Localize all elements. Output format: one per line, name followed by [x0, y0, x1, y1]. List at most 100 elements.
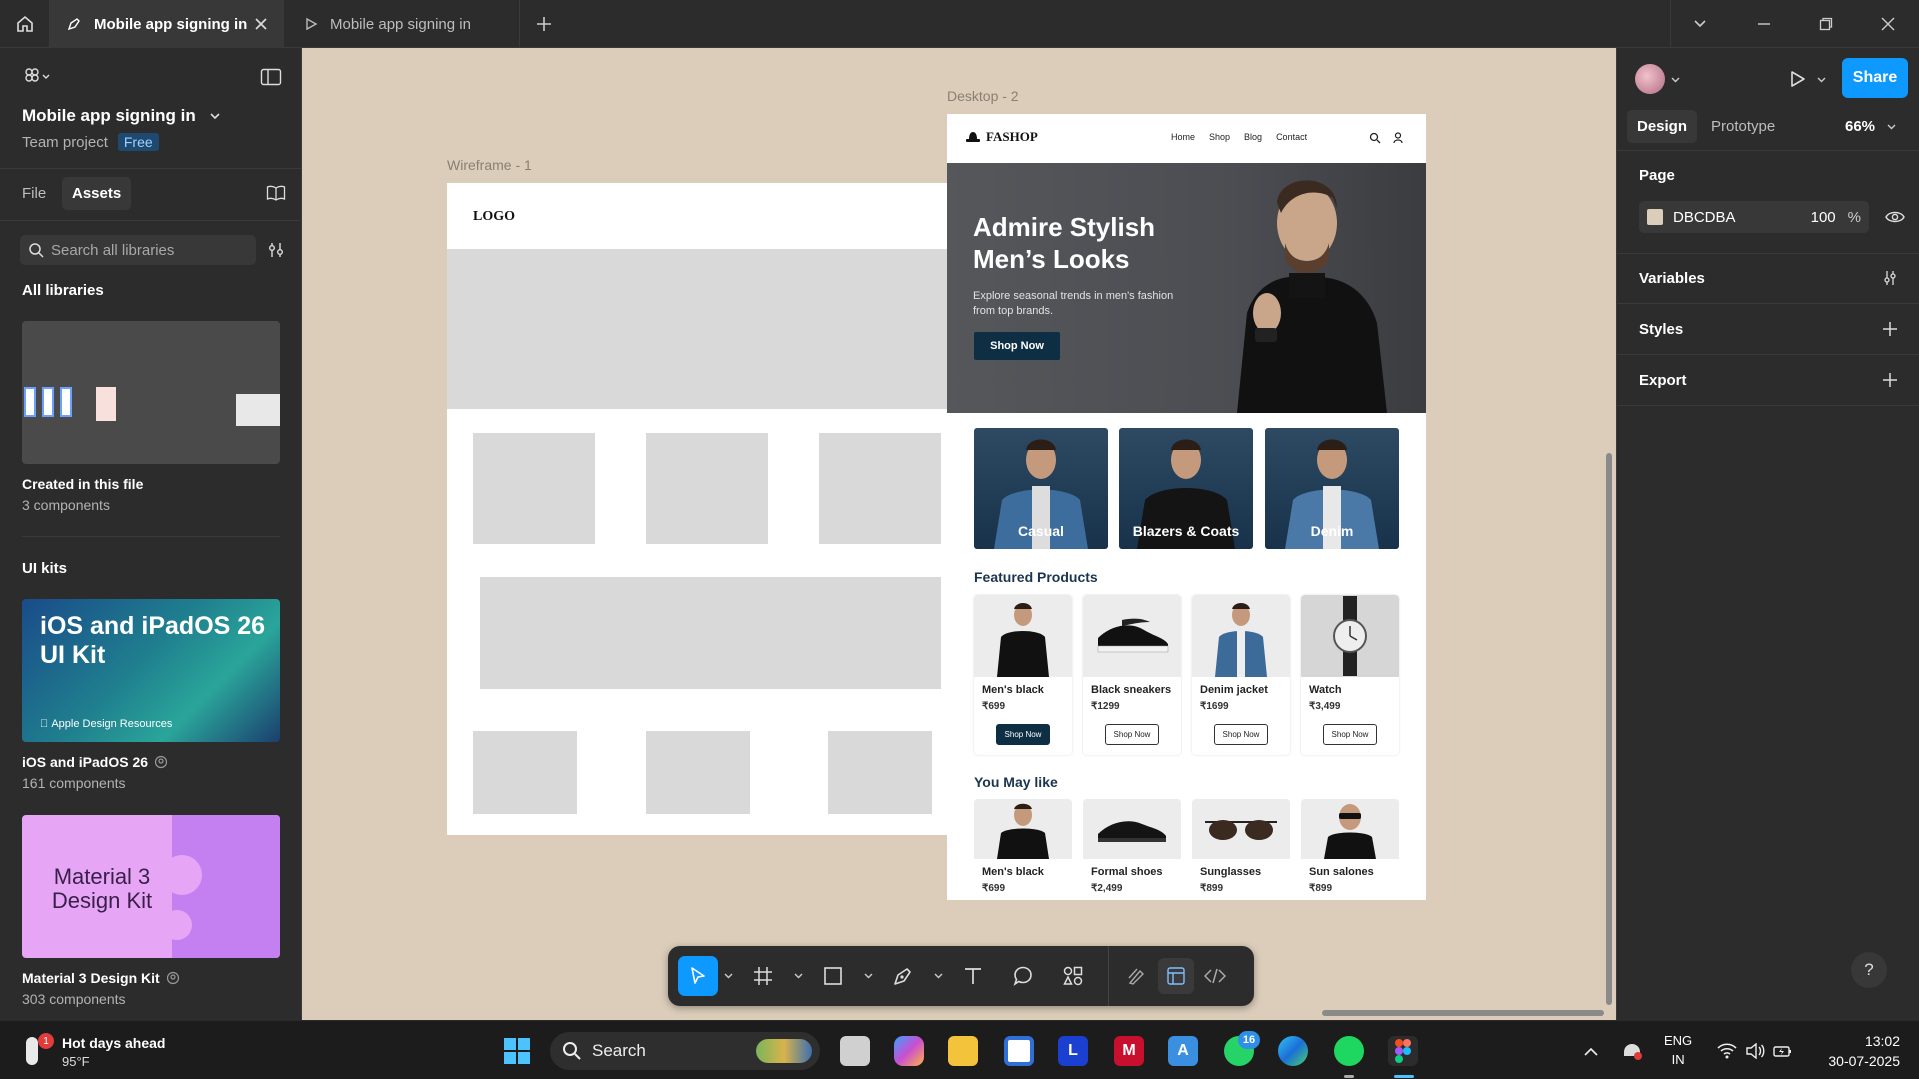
desktop-frame[interactable]: FASHOP Home Shop Blog Contact Admire Sty… [947, 114, 1426, 900]
search-input[interactable]: Search all libraries [51, 242, 174, 259]
text-tool-icon[interactable] [958, 961, 988, 991]
pen-tool-icon[interactable] [888, 961, 918, 991]
task-view-icon[interactable] [840, 1036, 870, 1066]
material-kit-thumbnail[interactable]: Material 3 Design Kit [22, 815, 280, 958]
nav-contact[interactable]: Contact [1276, 132, 1307, 142]
l-app-icon[interactable]: L [1058, 1036, 1088, 1066]
add-plus-icon[interactable] [1882, 372, 1898, 388]
chevron-down-icon[interactable] [1686, 12, 1714, 36]
product-shop-button[interactable]: Shop Now [996, 724, 1050, 745]
restore-icon[interactable] [1812, 12, 1840, 36]
nav-home[interactable]: Home [1171, 132, 1195, 142]
spotify-icon[interactable] [1334, 1036, 1364, 1066]
file-explorer-icon[interactable] [948, 1036, 978, 1066]
tab-design[interactable]: Design [1627, 110, 1698, 143]
filter-sliders-icon[interactable] [264, 238, 288, 262]
sidebar-toggle-icon[interactable] [258, 66, 284, 88]
product-card[interactable]: Black sneakers ₹1299 Shop Now [1083, 595, 1181, 755]
site-user-icon[interactable] [1393, 131, 1403, 149]
tab-file[interactable]: File [22, 185, 46, 202]
wireframe-frame[interactable]: LOGO [447, 183, 973, 835]
styles-section[interactable]: Styles [1617, 304, 1919, 355]
page-color-hex[interactable]: DBCDBA [1673, 209, 1736, 226]
edge-browser-icon[interactable] [1278, 1036, 1308, 1066]
maylike-card[interactable]: Sun salones ₹899 [1301, 799, 1399, 899]
taskbar-search[interactable]: Search [550, 1032, 820, 1070]
product-card[interactable]: Denim jacket ₹1699 Shop Now [1192, 595, 1290, 755]
chevron-down-icon[interactable] [1815, 74, 1827, 86]
battery-icon[interactable] [1772, 1041, 1794, 1061]
created-library-thumbnail[interactable] [22, 321, 280, 464]
wifi-icon[interactable] [1716, 1041, 1738, 1061]
maylike-card[interactable]: Sunglasses ₹899 [1192, 799, 1290, 899]
export-section[interactable]: Export [1617, 355, 1919, 406]
page-opacity[interactable]: 100 [1811, 209, 1836, 226]
maylike-card[interactable]: Men's black ₹699 [974, 799, 1072, 899]
tray-app-icon[interactable] [1620, 1039, 1644, 1063]
weather-widget[interactable]: 1 Hot days ahead 95°F [22, 1029, 192, 1073]
horizontal-scrollbar[interactable] [1322, 1010, 1604, 1016]
new-tab-plus-icon[interactable] [532, 12, 556, 36]
help-icon[interactable]: ? [1851, 952, 1887, 988]
file-name[interactable]: Mobile app signing in [22, 106, 220, 126]
category-card-casual[interactable]: Casual [974, 428, 1108, 549]
app-icon[interactable]: A [1168, 1036, 1198, 1066]
rectangle-tool-icon[interactable] [818, 961, 848, 991]
comment-tool-icon[interactable] [1008, 961, 1038, 991]
windows-start-icon[interactable] [502, 1036, 532, 1066]
close-icon[interactable] [254, 17, 268, 31]
category-card-denim[interactable]: Denim [1265, 428, 1399, 549]
product-shop-button[interactable]: Shop Now [1214, 724, 1268, 745]
avatar[interactable] [1635, 64, 1665, 94]
page-fill-field[interactable]: DBCDBA 100 % [1639, 201, 1869, 233]
figma-app-icon[interactable] [1388, 1036, 1418, 1066]
share-button[interactable]: Share [1842, 58, 1908, 98]
zoom-level[interactable]: 66% [1845, 118, 1896, 135]
tab-assets[interactable]: Assets [62, 177, 132, 210]
page-color-swatch[interactable] [1647, 209, 1663, 225]
variables-sliders-icon[interactable] [1882, 270, 1898, 286]
clock[interactable]: 13:02 30-07-2025 [1818, 1031, 1900, 1071]
product-shop-button[interactable]: Shop Now [1105, 724, 1159, 745]
product-card[interactable]: Watch ₹3,499 Shop Now [1301, 595, 1399, 755]
assets-tool-icon[interactable] [1058, 961, 1088, 991]
window-close-icon[interactable] [1874, 12, 1902, 36]
design-mode-icon[interactable] [1158, 958, 1194, 994]
site-search-icon[interactable] [1369, 131, 1381, 149]
copilot-icon[interactable] [894, 1036, 924, 1066]
desktop-frame-label[interactable]: Desktop - 2 [947, 88, 1019, 104]
tab-prototype[interactable]: Mobile app signing in [284, 0, 520, 48]
frame-tool-icon[interactable] [748, 961, 778, 991]
product-shop-button[interactable]: Shop Now [1323, 724, 1377, 745]
nav-blog[interactable]: Blog [1244, 132, 1262, 142]
chevron-down-icon[interactable] [722, 970, 734, 982]
category-card-blazers[interactable]: Blazers & Coats [1119, 428, 1253, 549]
chevron-down-icon[interactable] [932, 970, 944, 982]
language-indicator[interactable]: ENG IN [1664, 1031, 1692, 1069]
add-plus-icon[interactable] [1882, 321, 1898, 337]
mcafee-icon[interactable]: M [1114, 1036, 1144, 1066]
present-play-icon[interactable] [1785, 66, 1811, 92]
volume-icon[interactable] [1744, 1041, 1766, 1061]
maylike-card[interactable]: Formal shoes ₹2,499 [1083, 799, 1181, 899]
variables-section[interactable]: Variables [1617, 253, 1919, 304]
library-book-icon[interactable] [264, 182, 288, 204]
minimize-icon[interactable] [1750, 12, 1778, 36]
ios-kit-thumbnail[interactable]: iOS and iPadOS 26 UI Kit  Apple Design … [22, 599, 280, 742]
product-card[interactable]: Men's black ₹699 Shop Now [974, 595, 1072, 755]
main-menu-icon[interactable] [20, 66, 56, 88]
microsoft-store-icon[interactable] [1004, 1036, 1034, 1066]
draw-mode-icon[interactable] [1122, 961, 1152, 991]
move-tool-icon[interactable] [678, 956, 718, 996]
search-field[interactable]: Search all libraries [20, 235, 256, 265]
chevron-down-icon[interactable] [1669, 74, 1681, 86]
chevron-down-icon[interactable] [792, 970, 804, 982]
tray-chevron-up-icon[interactable] [1580, 1041, 1602, 1061]
tab-file-active[interactable]: Mobile app signing in [50, 0, 284, 48]
wireframe-frame-label[interactable]: Wireframe - 1 [447, 157, 532, 173]
vertical-scrollbar[interactable] [1606, 453, 1612, 1005]
nav-shop[interactable]: Shop [1209, 132, 1230, 142]
chevron-down-icon[interactable] [862, 970, 874, 982]
dev-mode-code-icon[interactable] [1200, 961, 1230, 991]
tab-prototype-panel[interactable]: Prototype [1711, 118, 1775, 135]
